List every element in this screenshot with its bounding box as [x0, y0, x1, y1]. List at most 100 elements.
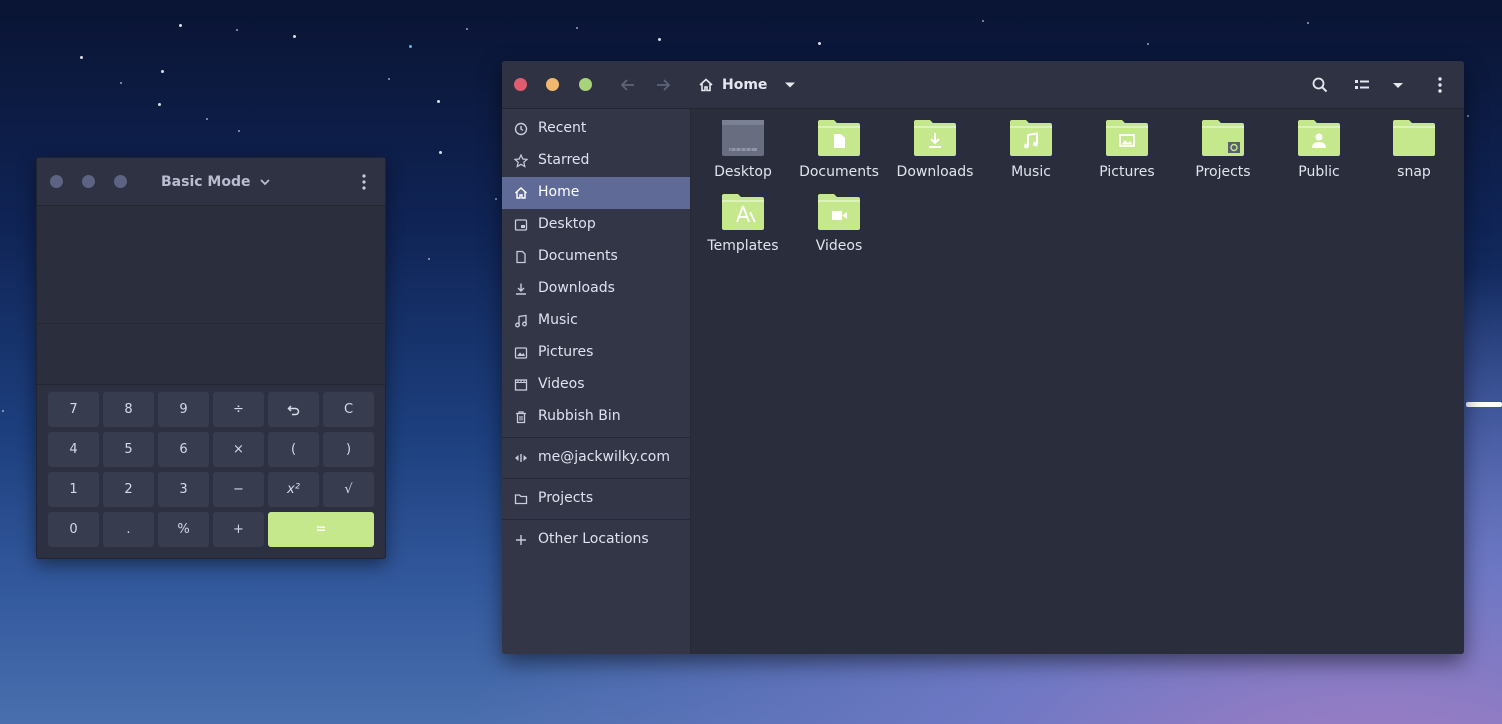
file-name: Documents — [799, 164, 879, 180]
file-item-videos[interactable]: Videos — [791, 183, 887, 254]
menu-icon[interactable] — [361, 174, 367, 190]
star — [409, 45, 412, 48]
file-item-snap[interactable]: snap — [1366, 109, 1462, 180]
sidebar-item-starred[interactable]: Starred — [502, 145, 690, 177]
file-item-pictures[interactable]: Pictures — [1079, 109, 1175, 180]
key-sqrt[interactable]: √ — [323, 472, 374, 507]
public-folder-icon — [1298, 120, 1340, 156]
key-5[interactable]: 5 — [103, 432, 154, 467]
file-name: Music — [1011, 164, 1051, 180]
list-view-icon[interactable] — [1352, 75, 1372, 95]
sidebar-item-projects[interactable]: Projects — [502, 483, 690, 515]
star — [1467, 115, 1469, 117]
key-8[interactable]: 8 — [103, 392, 154, 427]
sidebar-item-recent[interactable]: Recent — [502, 113, 690, 145]
download-icon — [516, 283, 526, 295]
star — [658, 38, 661, 41]
videos-folder-icon — [818, 194, 860, 230]
plus-icon — [516, 535, 526, 545]
star — [238, 130, 240, 132]
key-undo[interactable] — [268, 392, 319, 427]
music-folder-icon — [1010, 120, 1052, 156]
sidebar-label: Desktop — [538, 216, 596, 232]
key-add[interactable]: + — [213, 512, 264, 547]
key-3[interactable]: 3 — [158, 472, 209, 507]
file-item-desktop[interactable]: Desktop — [695, 109, 791, 180]
forward-arrow-icon[interactable] — [653, 75, 673, 95]
star — [293, 35, 296, 38]
pictures-folder-icon — [1106, 120, 1148, 156]
key-decimal[interactable]: . — [103, 512, 154, 547]
key-6[interactable]: 6 — [158, 432, 209, 467]
minimize-button[interactable] — [82, 175, 95, 188]
sidebar-item-documents[interactable]: Documents — [502, 241, 690, 273]
sidebar-divider — [502, 519, 690, 520]
sidebar-item-rubbish-bin[interactable]: Rubbish Bin — [502, 401, 690, 433]
sidebar-label: Starred — [538, 152, 590, 168]
key-4[interactable]: 4 — [48, 432, 99, 467]
document-icon — [516, 250, 526, 264]
key-divide[interactable]: ÷ — [213, 392, 264, 427]
file-name: Videos — [815, 238, 863, 254]
key-percent[interactable]: % — [158, 512, 209, 547]
file-item-projects[interactable]: Projects — [1175, 109, 1271, 180]
folder-icon — [514, 494, 528, 505]
breadcrumb-label: Home — [722, 77, 768, 93]
sidebar-label: Projects — [538, 490, 594, 506]
key-1[interactable]: 1 — [48, 472, 99, 507]
sidebar-item-downloads[interactable]: Downloads — [502, 273, 690, 305]
star-icon — [514, 154, 528, 168]
file-name: Templates — [707, 238, 779, 254]
file-name: Downloads — [896, 164, 974, 180]
breadcrumb[interactable]: Home — [698, 61, 797, 109]
file-name: Pictures — [1099, 164, 1155, 180]
back-arrow-icon[interactable] — [618, 75, 638, 95]
sidebar-item-desktop[interactable]: Desktop — [502, 209, 690, 241]
key-square[interactable]: x² — [268, 472, 319, 507]
key-subtract[interactable]: − — [213, 472, 264, 507]
key-close-paren[interactable]: ) — [323, 432, 374, 467]
sidebar-item-home[interactable]: Home — [502, 177, 690, 209]
maximize-button[interactable] — [579, 78, 592, 91]
key-multiply[interactable]: × — [213, 432, 264, 467]
file-item-downloads[interactable]: Downloads — [887, 109, 983, 180]
star — [388, 78, 390, 80]
star — [1147, 43, 1149, 45]
expression-display[interactable] — [37, 206, 385, 324]
sidebar-item-pictures[interactable]: Pictures — [502, 337, 690, 369]
star — [1307, 22, 1309, 24]
mode-label: Basic Mode — [161, 174, 251, 190]
key-2[interactable]: 2 — [103, 472, 154, 507]
maximize-button[interactable] — [114, 175, 127, 188]
sidebar-divider — [502, 437, 690, 438]
file-item-public[interactable]: Public — [1271, 109, 1367, 180]
close-button[interactable] — [50, 175, 63, 188]
file-name: snap — [1397, 164, 1431, 180]
file-name: Desktop — [714, 164, 772, 180]
search-icon[interactable] — [1310, 75, 1330, 95]
projects-folder-icon — [1202, 120, 1244, 156]
key-9[interactable]: 9 — [158, 392, 209, 427]
calculator-header: Basic Mode — [37, 158, 385, 206]
minimize-button[interactable] — [546, 78, 559, 91]
file-item-documents[interactable]: Documents — [791, 109, 887, 180]
clock-icon — [514, 122, 528, 136]
key-7[interactable]: 7 — [48, 392, 99, 427]
menu-icon[interactable] — [1430, 75, 1450, 95]
key-0[interactable]: 0 — [48, 512, 99, 547]
key-open-paren[interactable]: ( — [268, 432, 319, 467]
network-icon — [515, 454, 527, 462]
sidebar-item-videos[interactable]: Videos — [502, 369, 690, 401]
key-equals[interactable]: = — [268, 512, 374, 547]
key-clear[interactable]: C — [323, 392, 374, 427]
star — [206, 118, 208, 120]
view-options-icon[interactable] — [1388, 75, 1408, 95]
close-button[interactable] — [514, 78, 527, 91]
mode-selector[interactable]: Basic Mode — [161, 158, 271, 206]
file-item-templates[interactable]: Templates — [695, 183, 791, 254]
sidebar-item-music[interactable]: Music — [502, 305, 690, 337]
file-item-music[interactable]: Music — [983, 109, 1079, 180]
sidebar-item-other-locations[interactable]: Other Locations — [502, 524, 690, 556]
sidebar-item-network-account[interactable]: me@jackwilky.com — [502, 442, 690, 474]
result-display — [37, 324, 385, 385]
